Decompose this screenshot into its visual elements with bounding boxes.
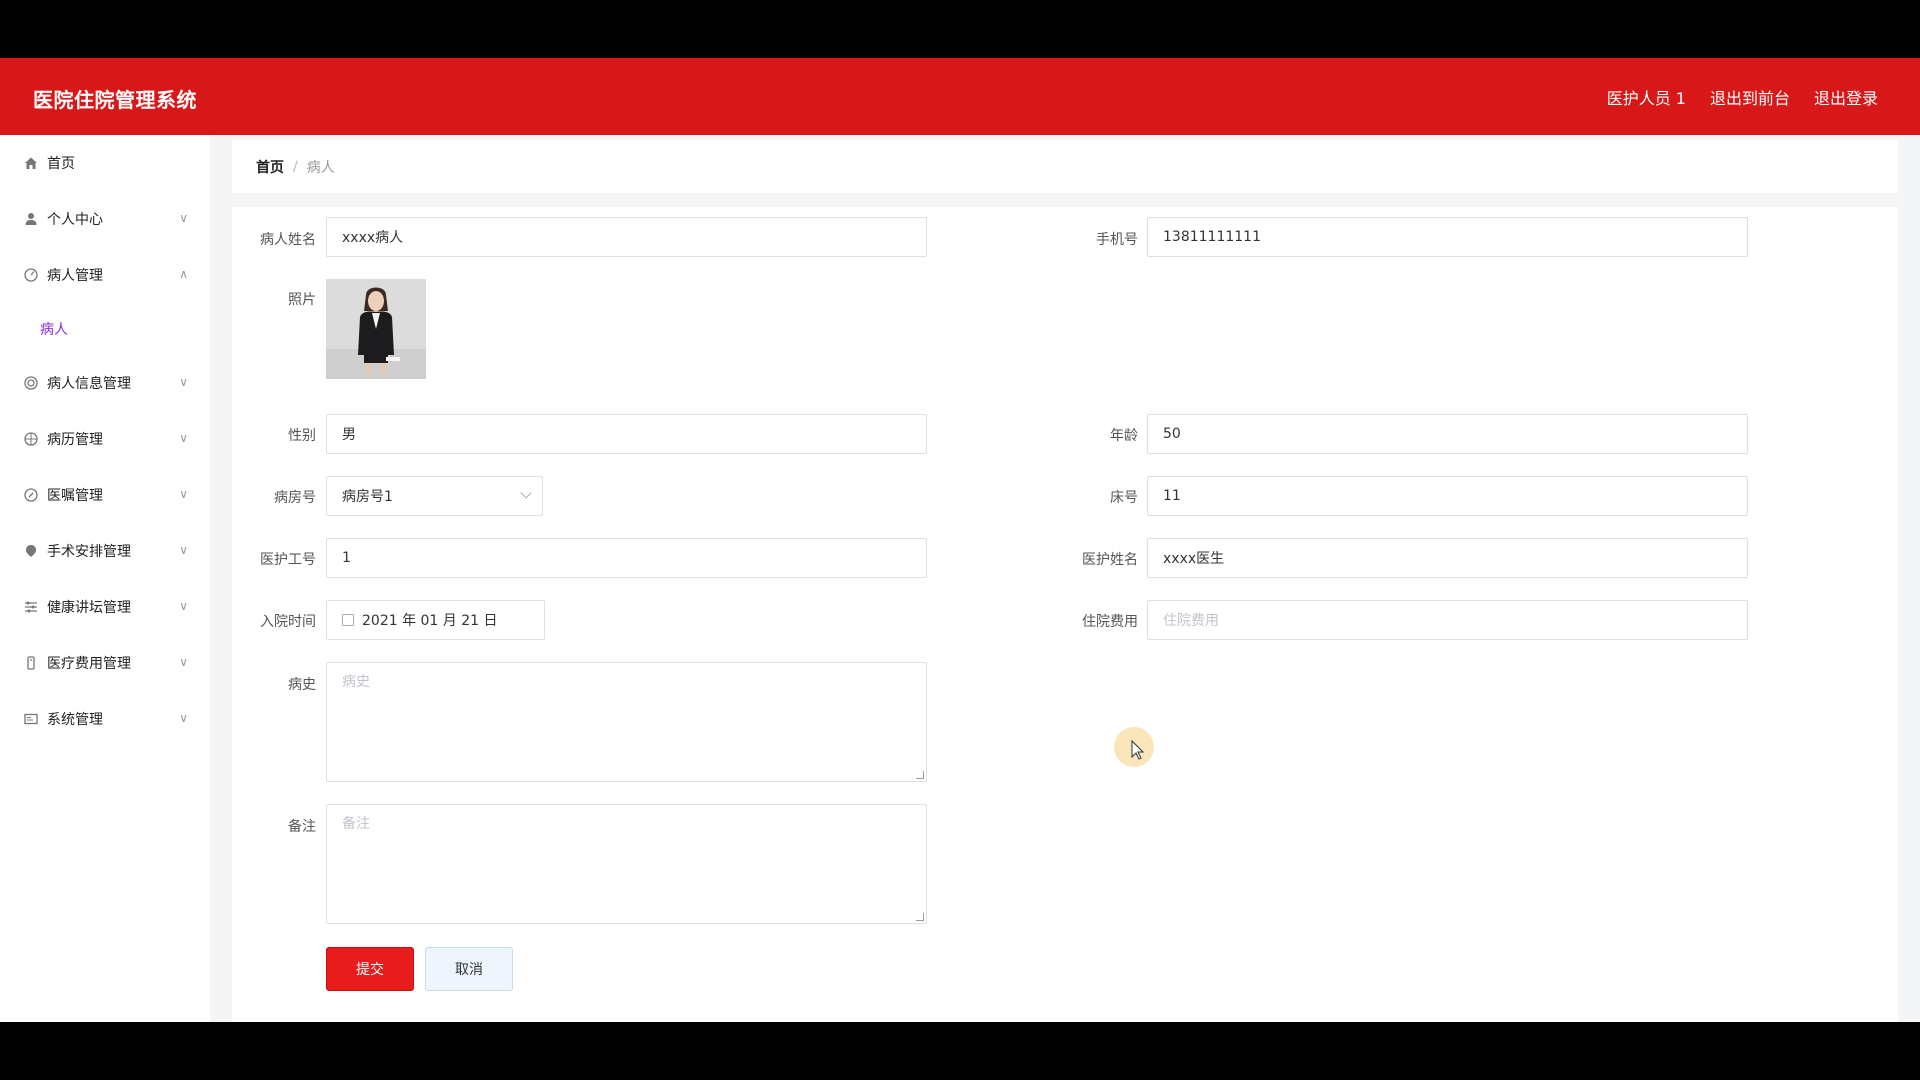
chevron-down-icon: ∨: [179, 487, 188, 501]
surgery-icon: [24, 544, 38, 558]
sidebar-item-label: 医嘱管理: [47, 488, 103, 504]
header-links: 医护人员 1 退出到前台 退出登录: [1607, 85, 1878, 109]
calendar-icon: [342, 614, 354, 626]
room-label: 病房号: [274, 490, 316, 506]
admit-date-label: 入院时间: [260, 614, 316, 630]
info-icon: [24, 376, 38, 390]
gender-input[interactable]: 男: [326, 414, 927, 454]
sidebar-item-medical-record[interactable]: 病历管理 ∨: [0, 411, 210, 467]
room-select-value: 病房号1: [342, 489, 393, 505]
chevron-down-icon: ∨: [179, 711, 188, 725]
patient-form: 病人姓名 xxxx病人 手机号 13811111111 照片 性别 男 年龄 5…: [232, 207, 1898, 1022]
sidebar-item-medical-fee[interactable]: 医疗费用管理 ∨: [0, 635, 210, 691]
patient-name-label: 病人姓名: [260, 232, 316, 248]
sidebar-item-label: 病人管理: [47, 268, 103, 284]
bed-label: 床号: [1110, 490, 1138, 506]
sidebar-item-home[interactable]: 首页: [0, 135, 210, 191]
letterbox-top: [0, 0, 1920, 58]
chevron-down-icon: ∨: [179, 375, 188, 389]
home-icon: [24, 156, 38, 170]
sidebar-item-label: 病历管理: [47, 432, 103, 448]
record-icon: [24, 432, 38, 446]
logout-link[interactable]: 退出登录: [1814, 85, 1878, 109]
patient-photo[interactable]: [326, 279, 426, 379]
staff-id-input[interactable]: 1: [326, 538, 927, 578]
sidebar-item-patient-info[interactable]: 病人信息管理 ∨: [0, 355, 210, 411]
sidebar: 首页 个人中心 ∨ 病人管理 ∧ 病人 病人信息管理 ∨ 病历管理 ∨ 医嘱管理…: [0, 135, 210, 1022]
chevron-down-icon: [520, 487, 532, 499]
staff-name-label: 医护姓名: [1082, 552, 1138, 568]
chevron-down-icon: ∨: [179, 431, 188, 445]
app-title: 医院住院管理系统: [33, 88, 197, 112]
sidebar-item-label: 手术安排管理: [47, 544, 131, 560]
lecture-icon: [24, 600, 38, 614]
breadcrumb-separator: /: [293, 158, 298, 175]
sidebar-item-patient-management[interactable]: 病人管理 ∧: [0, 247, 210, 303]
user-icon: [24, 212, 38, 226]
sidebar-item-label: 健康讲坛管理: [47, 600, 131, 616]
system-icon: [24, 712, 38, 726]
chevron-down-icon: ∨: [179, 599, 188, 613]
history-textarea[interactable]: 病史: [326, 662, 927, 782]
remark-label: 备注: [288, 819, 316, 835]
chevron-down-icon: ∨: [179, 211, 188, 225]
history-label: 病史: [288, 677, 316, 693]
back-to-front-link[interactable]: 退出到前台: [1710, 85, 1790, 109]
sidebar-item-label: 首页: [47, 156, 75, 172]
current-user-link[interactable]: 医护人员 1: [1607, 85, 1686, 109]
cancel-button[interactable]: 取消: [425, 947, 513, 991]
sidebar-item-personal-center[interactable]: 个人中心 ∨: [0, 191, 210, 247]
sidebar-subitem-patient[interactable]: 病人: [0, 303, 210, 355]
bed-input[interactable]: 11: [1147, 476, 1748, 516]
photo-label: 照片: [288, 292, 316, 308]
fee-input[interactable]: 住院费用: [1147, 600, 1748, 640]
age-label: 年龄: [1110, 428, 1138, 444]
patient-mgmt-icon: [24, 268, 38, 282]
main-content: 首页 / 病人 病人姓名 xxxx病人 手机号 13811111111 照片 性…: [232, 135, 1898, 1022]
phone-label: 手机号: [1096, 232, 1138, 248]
chevron-down-icon: ∨: [179, 655, 188, 669]
letterbox-bottom: [0, 1022, 1920, 1080]
breadcrumb: 首页 / 病人: [232, 140, 1898, 193]
sidebar-item-label: 病人信息管理: [47, 376, 131, 392]
order-icon: [24, 488, 38, 502]
sidebar-item-surgery[interactable]: 手术安排管理 ∨: [0, 523, 210, 579]
mouse-cursor-highlight: [1114, 727, 1154, 767]
sidebar-item-label: 个人中心: [47, 212, 103, 228]
room-select[interactable]: 病房号1: [326, 476, 543, 516]
top-header: 医院住院管理系统 医护人员 1 退出到前台 退出登录: [0, 58, 1920, 135]
admit-date-value: 2021 年 01 月 21 日: [362, 613, 498, 629]
fee-label: 住院费用: [1082, 614, 1138, 630]
gender-label: 性别: [288, 428, 316, 444]
remark-placeholder: 备注: [342, 816, 370, 832]
app-window: 医院住院管理系统 医护人员 1 退出到前台 退出登录 首页 个人中心 ∨ 病人管…: [0, 58, 1920, 1022]
submit-button[interactable]: 提交: [326, 947, 414, 991]
patient-name-input[interactable]: xxxx病人: [326, 217, 927, 257]
resize-handle-icon[interactable]: [916, 771, 924, 779]
fee-icon: [24, 656, 38, 670]
history-placeholder: 病史: [342, 674, 370, 690]
resize-handle-icon[interactable]: [916, 913, 924, 921]
sidebar-item-doctor-order[interactable]: 医嘱管理 ∨: [0, 467, 210, 523]
phone-input[interactable]: 13811111111: [1147, 217, 1748, 257]
sidebar-item-label: 系统管理: [47, 712, 103, 728]
age-input[interactable]: 50: [1147, 414, 1748, 454]
staff-id-label: 医护工号: [260, 552, 316, 568]
staff-name-input[interactable]: xxxx医生: [1147, 538, 1748, 578]
remark-textarea[interactable]: 备注: [326, 804, 927, 924]
sidebar-item-system[interactable]: 系统管理 ∨: [0, 691, 210, 747]
sidebar-item-health-lecture[interactable]: 健康讲坛管理 ∨: [0, 579, 210, 635]
sidebar-item-label: 医疗费用管理: [47, 656, 131, 672]
chevron-up-icon: ∧: [179, 267, 188, 281]
admit-date-picker[interactable]: 2021 年 01 月 21 日: [326, 600, 545, 640]
breadcrumb-home[interactable]: 首页: [256, 157, 284, 177]
chevron-down-icon: ∨: [179, 543, 188, 557]
breadcrumb-current: 病人: [306, 159, 335, 176]
